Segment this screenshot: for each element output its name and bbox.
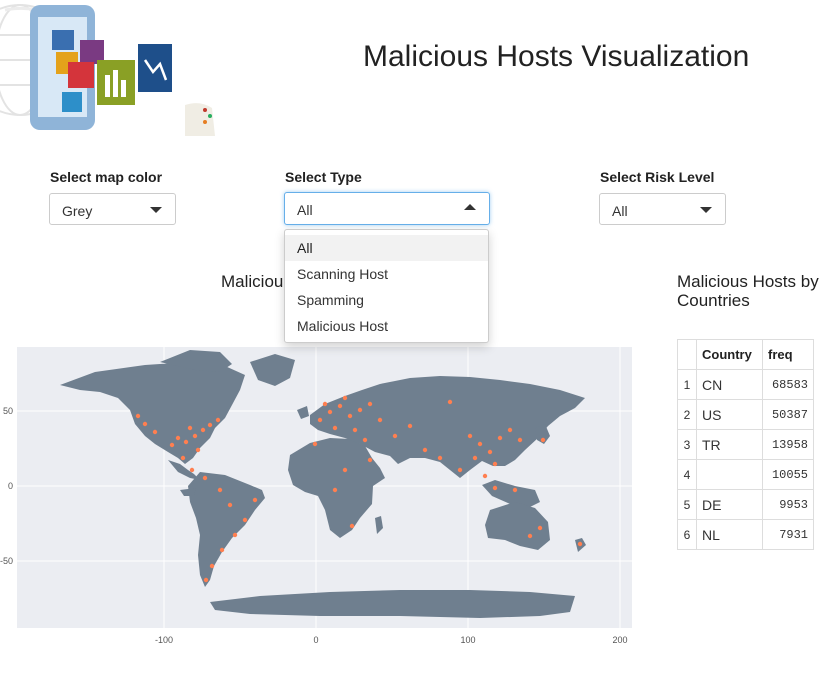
type-option-spamming[interactable]: Spamming (285, 287, 488, 313)
type-select[interactable]: All (284, 192, 490, 225)
table-row: 6 NL 7931 (677, 519, 814, 550)
row-country: NL (696, 519, 763, 550)
type-label: Select Type (285, 169, 362, 185)
row-freq: 50387 (762, 399, 814, 430)
row-freq: 7931 (762, 519, 814, 550)
row-country (696, 459, 763, 490)
y-tick-label: 50 (3, 406, 13, 416)
row-index: 2 (677, 399, 697, 430)
type-dropdown-menu: All Scanning Host Spamming Malicious Hos… (284, 229, 489, 343)
risk-label: Select Risk Level (600, 169, 715, 185)
y-tick-label: 0 (8, 481, 13, 491)
table-section-title: Malicious Hosts by Countries (677, 272, 819, 310)
header-freq: freq (762, 339, 814, 370)
type-option-scanning-host[interactable]: Scanning Host (285, 261, 488, 287)
table-title-line1: Malicious Hosts by (677, 272, 819, 291)
row-country: CN (696, 369, 763, 400)
row-index: 6 (677, 519, 697, 550)
header-country: Country (696, 339, 763, 370)
type-option-all[interactable]: All (285, 235, 488, 261)
map-color-value: Grey (62, 203, 93, 219)
y-tick-label: -50 (0, 556, 13, 566)
row-freq: 10055 (762, 459, 814, 490)
chevron-up-icon (464, 204, 476, 210)
row-freq: 9953 (762, 489, 814, 520)
x-tick-label: 100 (460, 635, 475, 645)
row-index: 5 (677, 489, 697, 520)
x-tick-label: 200 (612, 635, 627, 645)
table-row: 5 DE 9953 (677, 489, 814, 520)
type-option-malicious-host[interactable]: Malicious Host (285, 313, 488, 339)
app-logo (0, 0, 230, 140)
table-title-line2: Countries (677, 291, 750, 310)
countries-table: Country freq 1 CN 68583 2 US 50387 3 TR … (677, 339, 814, 550)
x-tick-label: -100 (155, 635, 173, 645)
row-index: 1 (677, 369, 697, 400)
map-color-label: Select map color (50, 169, 163, 185)
risk-select[interactable]: All (599, 193, 726, 225)
row-freq: 68583 (762, 369, 814, 400)
map-section-title: Maliciou (221, 272, 284, 291)
table-row: 2 US 50387 (677, 399, 814, 430)
row-index: 3 (677, 429, 697, 460)
table-row: 1 CN 68583 (677, 369, 814, 400)
row-country: US (696, 399, 763, 430)
header-index (677, 339, 697, 370)
chevron-down-icon (700, 207, 712, 213)
row-country: DE (696, 489, 763, 520)
x-tick-label: 0 (313, 635, 318, 645)
row-country: TR (696, 429, 763, 460)
chevron-down-icon (150, 207, 162, 213)
risk-value: All (612, 203, 628, 219)
table-header-row: Country freq (677, 339, 814, 370)
row-index: 4 (677, 459, 697, 490)
type-value: All (297, 202, 313, 218)
world-map-plot: -100 0 100 200 50 0 -50 (0, 340, 640, 660)
table-row: 4 10055 (677, 459, 814, 490)
row-freq: 13958 (762, 429, 814, 460)
table-row: 3 TR 13958 (677, 429, 814, 460)
page-title: Malicious Hosts Visualization (363, 40, 750, 73)
map-color-select[interactable]: Grey (49, 193, 176, 225)
